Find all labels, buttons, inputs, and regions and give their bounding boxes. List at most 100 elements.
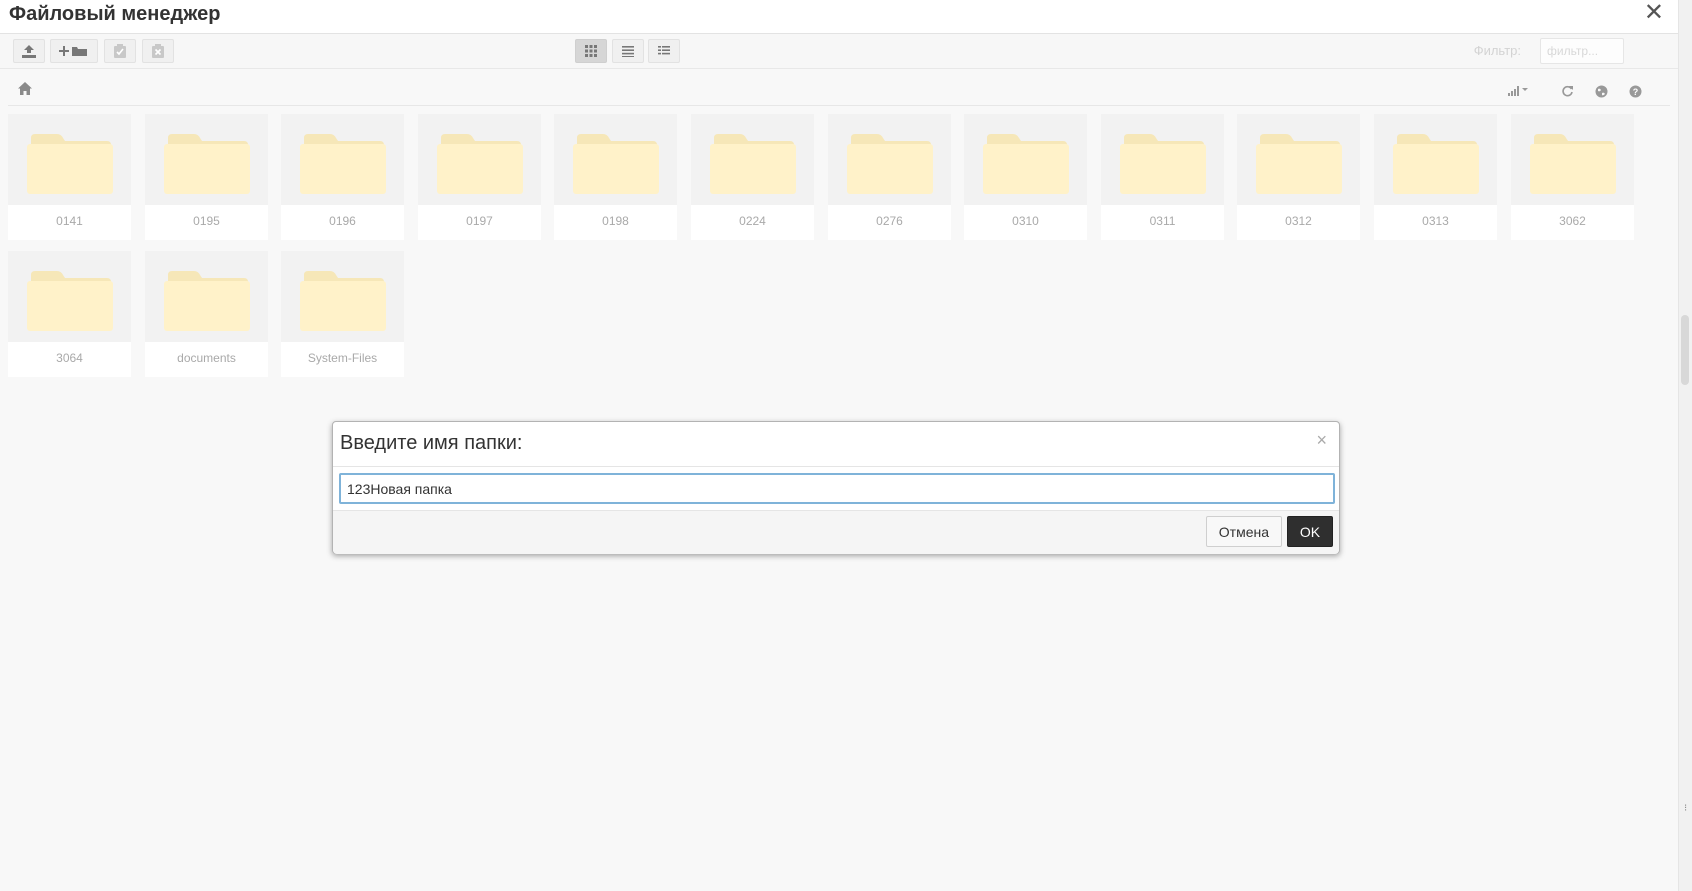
svg-text:?: ? xyxy=(1632,87,1638,97)
filter-label: Фильтр: xyxy=(1473,43,1521,58)
folder-icon xyxy=(164,134,250,194)
list-view-icon xyxy=(622,46,634,57)
detail-list-icon xyxy=(658,46,670,55)
clipboard-check-icon xyxy=(114,44,126,58)
folder-name: 0196 xyxy=(329,214,356,228)
dialog-body xyxy=(339,473,1335,504)
folder-icon xyxy=(847,134,933,194)
folder-item[interactable]: documents xyxy=(145,251,268,377)
folder-name: System-Files xyxy=(307,351,378,365)
add-folder-icon xyxy=(59,46,87,56)
new-folder-button[interactable] xyxy=(50,39,98,63)
folder-item[interactable]: 0310 xyxy=(964,114,1087,240)
folder-name: 0197 xyxy=(466,214,493,228)
folder-item[interactable]: 0141 xyxy=(8,114,131,240)
folder-item[interactable]: 3062 xyxy=(1511,114,1634,240)
dialog-footer: Отмена OK xyxy=(333,510,1339,554)
ok-button[interactable]: OK xyxy=(1287,516,1333,547)
folder-item[interactable]: 3064 xyxy=(8,251,131,377)
folder-name: 0198 xyxy=(602,214,629,228)
clipboard-clear-icon xyxy=(152,44,164,58)
folder-icon xyxy=(983,134,1069,194)
home-icon[interactable] xyxy=(18,82,32,100)
folder-name: 0141 xyxy=(56,214,83,228)
cancel-button[interactable]: Отмена xyxy=(1205,516,1282,547)
close-window-button[interactable]: ✕ xyxy=(1644,0,1664,26)
folder-icon xyxy=(27,271,113,331)
folder-thumbnail xyxy=(8,251,131,342)
folder-name: 0311 xyxy=(1149,214,1176,228)
signal-bars-icon xyxy=(1508,86,1528,96)
folder-name: 0313 xyxy=(1422,214,1449,228)
folder-name: 0310 xyxy=(1012,214,1039,228)
paste-button[interactable] xyxy=(104,39,136,63)
help-button[interactable]: ? xyxy=(1624,80,1646,102)
folder-item[interactable]: 0312 xyxy=(1237,114,1360,240)
folder-name: documents xyxy=(177,351,236,365)
folder-name: 0312 xyxy=(1285,214,1312,228)
folder-icon xyxy=(300,271,386,331)
window-title: Файловый менеджер xyxy=(9,3,221,25)
clear-clipboard-button[interactable] xyxy=(142,39,174,63)
folder-item[interactable]: 0276 xyxy=(828,114,951,240)
dialog-close-icon[interactable]: × xyxy=(1316,430,1327,451)
folder-item[interactable]: 0224 xyxy=(691,114,814,240)
dialog-title: Введите имя папки: xyxy=(340,432,523,454)
view-columns-button[interactable] xyxy=(648,39,680,63)
folder-thumbnail xyxy=(1374,114,1497,205)
upload-icon xyxy=(22,45,36,58)
folder-thumbnail xyxy=(418,114,541,205)
folder-name: 3064 xyxy=(56,351,83,365)
scrollbar-thumb[interactable] xyxy=(1681,315,1689,385)
folder-item[interactable]: 0198 xyxy=(554,114,677,240)
sort-dropdown[interactable] xyxy=(1504,80,1534,102)
folder-item[interactable]: 0313 xyxy=(1374,114,1497,240)
folder-item[interactable]: 0196 xyxy=(281,114,404,240)
dialog-header: Введите имя папки: × xyxy=(333,422,1339,467)
folder-name: 0195 xyxy=(193,214,220,228)
grid-view-icon xyxy=(585,45,597,57)
folder-icon xyxy=(1256,134,1342,194)
folder-thumbnail xyxy=(145,251,268,342)
folder-thumbnail xyxy=(1101,114,1224,205)
view-grid-button[interactable] xyxy=(575,39,607,63)
folder-item[interactable]: 0311 xyxy=(1101,114,1224,240)
folder-thumbnail xyxy=(1511,114,1634,205)
folder-icon xyxy=(573,134,659,194)
folder-thumbnail xyxy=(8,114,131,205)
refresh-icon xyxy=(1561,85,1573,96)
folder-icon xyxy=(1120,134,1206,194)
folder-thumbnail xyxy=(691,114,814,205)
folder-icon xyxy=(300,134,386,194)
view-list-button[interactable] xyxy=(612,39,644,63)
upload-button[interactable] xyxy=(13,39,45,63)
folder-thumbnail xyxy=(281,251,404,342)
folder-icon xyxy=(1530,134,1616,194)
language-button[interactable] xyxy=(1590,80,1612,102)
resize-grip-icon[interactable]: ⁝ xyxy=(1684,803,1690,817)
folder-item[interactable]: 0197 xyxy=(418,114,541,240)
folder-thumbnail xyxy=(554,114,677,205)
folder-name-input[interactable] xyxy=(339,473,1335,504)
folder-icon xyxy=(437,134,523,194)
folder-name: 0276 xyxy=(876,214,903,228)
folder-thumbnail xyxy=(828,114,951,205)
folder-icon xyxy=(1393,134,1479,194)
scrollbar[interactable]: ⁝ xyxy=(1678,0,1692,891)
folder-icon xyxy=(164,271,250,331)
toolbar: Фильтр: xyxy=(0,34,1678,69)
globe-icon xyxy=(1595,85,1607,97)
new-folder-dialog: Введите имя папки: × Отмена OK xyxy=(332,421,1340,554)
file-manager-window: Файловый менеджер ✕ Фильтр: фильтр... ? … xyxy=(0,0,1678,891)
folder-thumbnail xyxy=(964,114,1087,205)
folder-name: 0224 xyxy=(739,214,766,228)
folder-name: 3062 xyxy=(1559,214,1586,228)
help-icon: ? xyxy=(1629,85,1641,97)
filter-input[interactable] xyxy=(1540,38,1624,64)
folder-item[interactable]: System-Files xyxy=(281,251,404,377)
folder-icon xyxy=(710,134,796,194)
folder-item[interactable]: 0195 xyxy=(145,114,268,240)
refresh-button[interactable] xyxy=(1556,80,1578,102)
title-bar: Файловый менеджер ✕ xyxy=(0,0,1678,34)
breadcrumb: ? xyxy=(8,76,1670,106)
